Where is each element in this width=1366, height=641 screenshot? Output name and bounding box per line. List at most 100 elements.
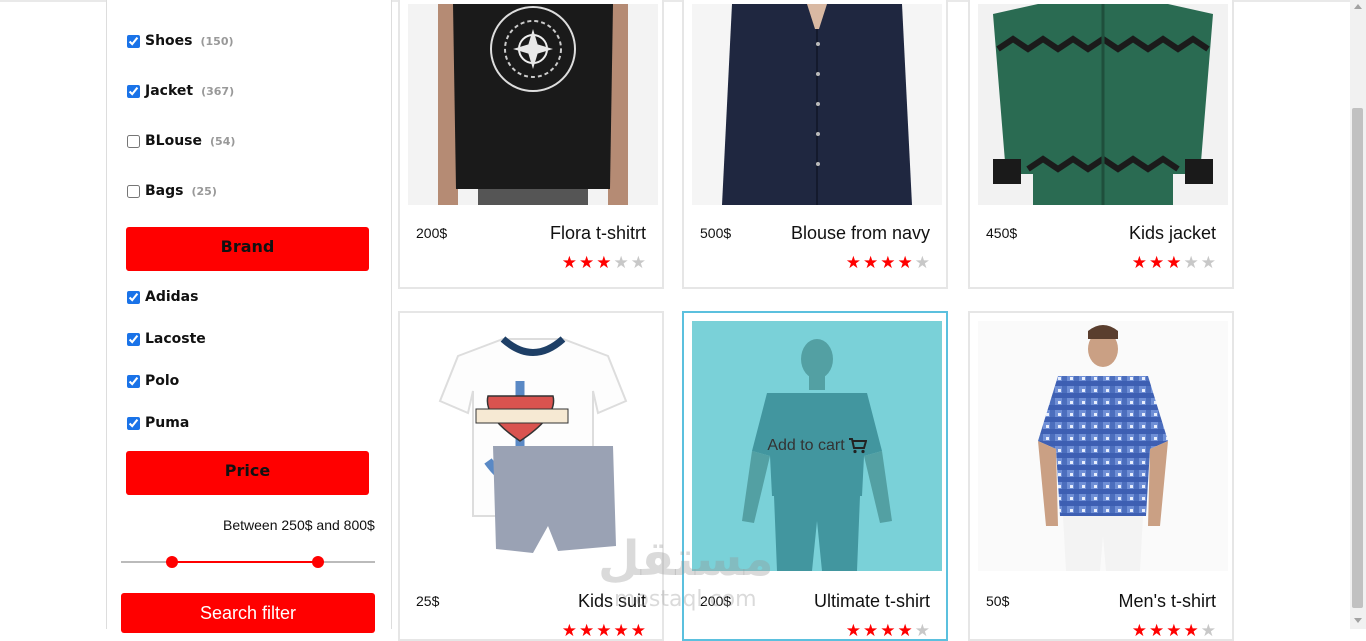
brand-filter-lacoste[interactable]: Lacoste: [127, 331, 206, 347]
scrollbar-thumb[interactable]: [1352, 108, 1363, 608]
brand-label: Adidas: [145, 289, 199, 305]
star-filled-icon: ★: [845, 253, 861, 272]
vertical-scrollbar[interactable]: [1350, 0, 1366, 629]
brand-checkbox[interactable]: [127, 374, 140, 388]
star-filled-icon: ★: [596, 253, 612, 272]
filter-sidebar: Shoes (150) Jacket (367) BLouse (54) Bag…: [106, 0, 392, 633]
brand-label: Lacoste: [145, 331, 206, 347]
watermark-logo: مستقل: [598, 531, 774, 587]
product-price: 500$: [700, 225, 732, 241]
category-label: Shoes: [145, 33, 193, 49]
plaid-shirt-image-icon: [978, 321, 1228, 571]
category-checkbox[interactable]: [127, 134, 140, 148]
product-card[interactable]: 50$ Men's t-shirt ★ ★ ★ ★ ★: [968, 311, 1234, 641]
product-image[interactable]: [978, 321, 1228, 571]
category-count: (367): [201, 84, 235, 98]
star-filled-icon: ★: [1183, 621, 1199, 640]
price-heading[interactable]: Price: [126, 451, 369, 495]
rating-stars: ★ ★ ★ ★ ★: [1132, 254, 1216, 271]
search-filter-button[interactable]: Search filter: [121, 593, 375, 633]
category-checkbox[interactable]: [127, 34, 140, 48]
star-filled-icon: ★: [561, 621, 577, 640]
category-filter-bags[interactable]: Bags (25): [127, 183, 217, 199]
product-image[interactable]: [978, 4, 1228, 205]
category-label: Bags: [145, 183, 184, 199]
category-checkbox[interactable]: [127, 184, 140, 198]
star-filled-icon: ★: [1166, 253, 1182, 272]
product-card[interactable]: 450$ Kids jacket ★ ★ ★ ★ ★: [968, 0, 1234, 289]
category-label: BLouse: [145, 133, 203, 149]
brand-checkbox[interactable]: [127, 290, 140, 304]
scroll-down-arrow-icon[interactable]: [1354, 618, 1362, 623]
category-count: (54): [210, 134, 236, 148]
star-filled-icon: ★: [845, 621, 861, 640]
rating-stars: ★ ★ ★ ★ ★: [1132, 622, 1216, 639]
star-filled-icon: ★: [630, 621, 646, 640]
star-filled-icon: ★: [579, 621, 595, 640]
star-filled-icon: ★: [897, 253, 913, 272]
product-image[interactable]: [408, 4, 658, 205]
product-name[interactable]: Men's t-shirt: [1119, 591, 1216, 612]
rating-stars: ★ ★ ★ ★ ★: [846, 622, 930, 639]
star-filled-icon: ★: [579, 253, 595, 272]
product-price: 450$: [986, 225, 1018, 241]
category-filter-blouse[interactable]: BLouse (54): [127, 133, 235, 149]
star-empty-icon: ★: [613, 253, 629, 272]
star-filled-icon: ★: [863, 621, 879, 640]
star-filled-icon: ★: [1149, 253, 1165, 272]
star-filled-icon: ★: [863, 253, 879, 272]
brand-label: Puma: [145, 415, 190, 431]
rating-stars: ★ ★ ★ ★ ★: [846, 254, 930, 271]
star-filled-icon: ★: [1149, 621, 1165, 640]
brand-label: Polo: [145, 373, 180, 389]
brand-checkbox[interactable]: [127, 332, 140, 346]
slider-min-handle[interactable]: [166, 556, 178, 568]
product-name[interactable]: Blouse from navy: [791, 223, 930, 244]
rating-stars: ★ ★ ★ ★ ★: [562, 622, 646, 639]
category-filter-jacket[interactable]: Jacket (367): [127, 83, 234, 99]
product-name[interactable]: Kids jacket: [1129, 223, 1216, 244]
category-label: Jacket: [145, 83, 194, 99]
star-filled-icon: ★: [880, 621, 896, 640]
tshirt-image-icon: [408, 4, 658, 205]
product-card[interactable]: 500$ Blouse from navy ★ ★ ★ ★ ★: [682, 0, 948, 289]
star-empty-icon: ★: [1200, 253, 1216, 272]
star-filled-icon: ★: [897, 621, 913, 640]
star-filled-icon: ★: [613, 621, 629, 640]
product-name[interactable]: Flora t-shitrt: [550, 223, 646, 244]
star-filled-icon: ★: [1166, 621, 1182, 640]
star-filled-icon: ★: [1131, 253, 1147, 272]
brand-checkbox[interactable]: [127, 416, 140, 430]
cart-icon[interactable]: [848, 438, 867, 454]
star-empty-icon: ★: [914, 253, 930, 272]
product-card[interactable]: 200$ Flora t-shitrt ★ ★ ★ ★ ★: [398, 0, 664, 289]
category-count: (25): [191, 184, 217, 198]
watermark-url: mostaql.com: [614, 587, 757, 612]
blouse-image-icon: [692, 4, 942, 205]
product-price: 200$: [416, 225, 448, 241]
slider-max-handle[interactable]: [312, 556, 324, 568]
scroll-up-arrow-icon[interactable]: [1354, 4, 1362, 9]
category-filter-shoes[interactable]: Shoes (150): [127, 33, 234, 49]
star-filled-icon: ★: [561, 253, 577, 272]
slider-selected-range: [172, 561, 318, 563]
product-name[interactable]: Ultimate t-shirt: [814, 591, 930, 612]
add-to-cart-label[interactable]: Add to cart: [767, 437, 844, 455]
brand-filter-polo[interactable]: Polo: [127, 373, 179, 389]
star-empty-icon: ★: [1200, 621, 1216, 640]
category-checkbox[interactable]: [127, 84, 140, 98]
product-price: 25$: [416, 593, 440, 609]
star-empty-icon: ★: [1183, 253, 1199, 272]
star-filled-icon: ★: [880, 253, 896, 272]
product-price: 50$: [986, 593, 1010, 609]
star-empty-icon: ★: [914, 621, 930, 640]
price-range-text: Between 250$ and 800$: [223, 517, 375, 533]
rating-stars: ★ ★ ★ ★ ★: [562, 254, 646, 271]
brand-filter-adidas[interactable]: Adidas: [127, 289, 198, 305]
brand-heading[interactable]: Brand: [126, 227, 369, 271]
category-count: (150): [200, 34, 234, 48]
product-image[interactable]: [692, 4, 942, 205]
star-filled-icon: ★: [1131, 621, 1147, 640]
star-empty-icon: ★: [630, 253, 646, 272]
brand-filter-puma[interactable]: Puma: [127, 415, 189, 431]
